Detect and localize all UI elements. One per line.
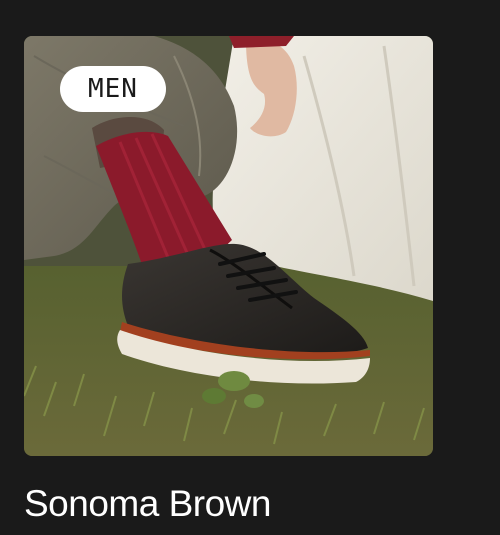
category-badge: MEN: [60, 66, 166, 112]
product-card[interactable]: MEN Sonoma Brown: [24, 36, 433, 526]
product-title[interactable]: Sonoma Brown: [24, 482, 433, 526]
product-photo[interactable]: MEN: [24, 36, 433, 456]
